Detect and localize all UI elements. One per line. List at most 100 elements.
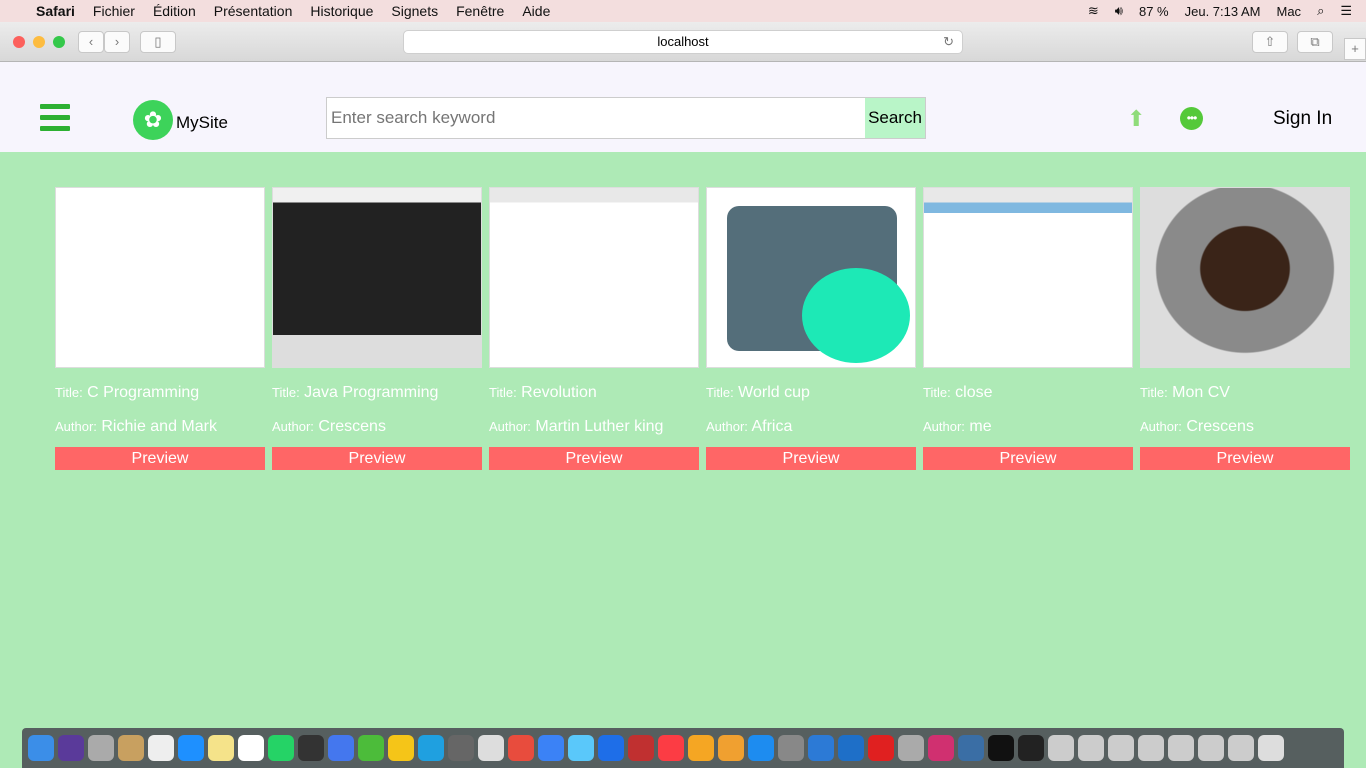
dock-app-icon[interactable]: [868, 735, 894, 761]
dock-app-icon[interactable]: [598, 735, 624, 761]
battery-text[interactable]: 87 %: [1139, 4, 1169, 19]
dock-app-icon[interactable]: [538, 735, 564, 761]
dock-app-icon[interactable]: [1048, 735, 1074, 761]
dock-app-icon[interactable]: [1228, 735, 1254, 761]
wifi-icon[interactable]: ≋: [1088, 3, 1099, 19]
dock-app-icon[interactable]: [418, 735, 444, 761]
zoom-window-button[interactable]: [53, 36, 65, 48]
card-author: Africa: [751, 418, 793, 435]
user-name[interactable]: Mac: [1277, 4, 1302, 19]
dock-app-icon[interactable]: [178, 735, 204, 761]
menu-aide[interactable]: Aide: [522, 3, 550, 19]
volume-icon[interactable]: 🔊︎: [1115, 3, 1123, 19]
search-button[interactable]: Search: [865, 98, 925, 138]
site-logo-icon[interactable]: ✿: [133, 100, 173, 140]
dock-app-icon[interactable]: [1018, 735, 1044, 761]
dock-app-icon[interactable]: [658, 735, 684, 761]
dock-app-icon[interactable]: [298, 735, 324, 761]
dock-app-icon[interactable]: [748, 735, 774, 761]
dock-app-icon[interactable]: [1108, 735, 1134, 761]
address-bar[interactable]: localhost ↻: [403, 30, 963, 54]
dock-app-icon[interactable]: [478, 735, 504, 761]
menu-edition[interactable]: Édition: [153, 3, 196, 19]
dock-app-icon[interactable]: [1198, 735, 1224, 761]
dock-app-icon[interactable]: [568, 735, 594, 761]
reload-icon[interactable]: ↻: [943, 31, 954, 53]
dock-app-icon[interactable]: [268, 735, 294, 761]
dock-app-icon[interactable]: [208, 735, 234, 761]
dock-app-icon[interactable]: [28, 735, 54, 761]
share-button[interactable]: ⇧: [1252, 31, 1288, 53]
preview-button[interactable]: Preview: [55, 447, 265, 470]
card-thumbnail[interactable]: [1140, 187, 1350, 368]
preview-button[interactable]: Preview: [923, 447, 1133, 470]
tabs-button[interactable]: ⧉: [1297, 31, 1333, 53]
dock-app-icon[interactable]: [1138, 735, 1164, 761]
sidebar-button[interactable]: ▯: [140, 31, 176, 53]
card-author-line: Author: me: [923, 410, 1133, 444]
dock-app-icon[interactable]: [718, 735, 744, 761]
menu-historique[interactable]: Historique: [310, 3, 373, 19]
menu-fenetre[interactable]: Fenêtre: [456, 3, 504, 19]
title-label: Title:: [923, 385, 951, 400]
dock-app-icon[interactable]: [58, 735, 84, 761]
forward-button[interactable]: ›: [104, 31, 130, 53]
menu-signets[interactable]: Signets: [391, 3, 438, 19]
dock-app-icon[interactable]: [988, 735, 1014, 761]
card-thumbnail[interactable]: [489, 187, 699, 368]
card-thumbnail[interactable]: [272, 187, 482, 368]
dock-app-icon[interactable]: [358, 735, 384, 761]
dock-app-icon[interactable]: [778, 735, 804, 761]
menu-presentation[interactable]: Présentation: [214, 3, 293, 19]
upload-icon[interactable]: ⬆: [1127, 106, 1145, 132]
dock-app-icon[interactable]: [148, 735, 174, 761]
card-author: Crescens: [1186, 418, 1254, 435]
sign-in-link[interactable]: Sign In: [1273, 108, 1332, 130]
dock-app-icon[interactable]: [118, 735, 144, 761]
url-text: localhost: [657, 34, 709, 49]
dock-app-icon[interactable]: [88, 735, 114, 761]
dock-app-icon[interactable]: [808, 735, 834, 761]
dock-app-icon[interactable]: [238, 735, 264, 761]
dock-app-icon[interactable]: [928, 735, 954, 761]
minimize-window-button[interactable]: [33, 36, 45, 48]
close-window-button[interactable]: [13, 36, 25, 48]
hamburger-menu-icon[interactable]: [40, 104, 70, 137]
dock-app-icon[interactable]: [328, 735, 354, 761]
dock-app-icon[interactable]: [688, 735, 714, 761]
preview-button[interactable]: Preview: [1140, 447, 1350, 470]
site-name[interactable]: MySite: [176, 113, 228, 133]
clock[interactable]: Jeu. 7:13 AM: [1185, 4, 1261, 19]
spotlight-icon[interactable]: ⌕: [1317, 3, 1324, 19]
dock-app-icon[interactable]: [1258, 735, 1284, 761]
card-author-line: Author: Martin Luther king: [489, 410, 699, 444]
dock-app-icon[interactable]: [1078, 735, 1104, 761]
card-thumbnail[interactable]: [923, 187, 1133, 368]
card-title: Revolution: [521, 384, 597, 401]
dock-app-icon[interactable]: [958, 735, 984, 761]
card-author: Martin Luther king: [535, 418, 664, 435]
preview-button[interactable]: Preview: [706, 447, 916, 470]
card-author: Crescens: [318, 418, 386, 435]
dock-app-icon[interactable]: [388, 735, 414, 761]
more-icon[interactable]: •••: [1180, 107, 1203, 130]
menu-fichier[interactable]: Fichier: [93, 3, 135, 19]
dock-app-icon[interactable]: [898, 735, 924, 761]
back-button[interactable]: ‹: [78, 31, 104, 53]
preview-button[interactable]: Preview: [272, 447, 482, 470]
dock-app-icon[interactable]: [838, 735, 864, 761]
browser-toolbar: ‹ › ▯ localhost ↻ ⇧ ⧉ +: [0, 22, 1366, 62]
card-thumbnail[interactable]: [55, 187, 265, 368]
preview-button[interactable]: Preview: [489, 447, 699, 470]
dock-app-icon[interactable]: [1168, 735, 1194, 761]
card-thumbnail[interactable]: [706, 187, 916, 368]
notification-icon[interactable]: ☰: [1340, 3, 1352, 19]
dock-app-icon[interactable]: [628, 735, 654, 761]
card-author-line: Author: Crescens: [272, 410, 482, 444]
search-input[interactable]: [327, 98, 865, 138]
menu-app[interactable]: Safari: [36, 3, 75, 19]
card-author: me: [969, 418, 992, 435]
new-tab-button[interactable]: +: [1344, 38, 1366, 60]
dock-app-icon[interactable]: [508, 735, 534, 761]
dock-app-icon[interactable]: [448, 735, 474, 761]
